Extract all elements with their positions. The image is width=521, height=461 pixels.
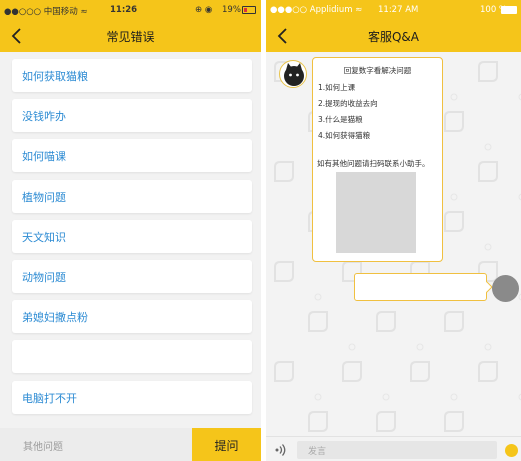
carrier-label: ●●○○○ 中国移动 ≈ bbox=[4, 7, 88, 17]
emoji-icon[interactable] bbox=[505, 444, 518, 457]
pattern-logo-icon bbox=[478, 361, 498, 382]
faq-option: 3.什么是猫粮 bbox=[318, 115, 363, 124]
pattern-logo-icon bbox=[274, 161, 294, 182]
question-input[interactable]: 其他问题 bbox=[0, 428, 192, 461]
pattern-dot bbox=[484, 343, 492, 351]
faq-item[interactable]: 动物问题 bbox=[12, 260, 252, 293]
pattern-logo-icon bbox=[376, 311, 396, 332]
pattern-logo-icon bbox=[308, 311, 328, 332]
faq-item[interactable]: 天文知识 bbox=[12, 220, 252, 253]
pattern-logo-icon bbox=[342, 361, 362, 382]
pattern-logo-icon bbox=[444, 211, 464, 232]
pattern-logo-icon bbox=[444, 411, 464, 432]
pattern-logo-icon bbox=[274, 261, 294, 282]
faq-option: 2.提现的收益去向 bbox=[318, 99, 378, 108]
page-title: 客服Q&A bbox=[367, 30, 419, 44]
pattern-dot bbox=[484, 143, 492, 151]
faq-item[interactable]: 弟媳妇撒点粉 bbox=[12, 300, 252, 333]
pattern-logo-icon bbox=[410, 361, 430, 382]
voice-icon[interactable] bbox=[274, 443, 288, 457]
carrier-label: ●●●○○ Applidium ≈ bbox=[270, 5, 363, 15]
faq-option: 4.如何获得猫粮 bbox=[318, 131, 371, 140]
pattern-dot bbox=[484, 243, 492, 251]
pattern-dot bbox=[382, 393, 390, 401]
chat-input-bar: 发言 bbox=[266, 436, 521, 461]
ask-button[interactable]: 提问 bbox=[192, 428, 261, 461]
contact-note: 如有其他问题请扫码联系小助手。 bbox=[317, 159, 430, 168]
pattern-logo-icon bbox=[274, 361, 294, 382]
battery-icon bbox=[501, 6, 517, 14]
user-message-bubble bbox=[354, 273, 493, 301]
pattern-logo-icon bbox=[444, 311, 464, 332]
pattern-dot bbox=[314, 293, 322, 301]
faq-item[interactable]: 电脑打不开 bbox=[12, 381, 252, 414]
clock: 11:27 AM bbox=[378, 5, 419, 15]
pattern-logo-icon bbox=[478, 61, 498, 82]
message-input[interactable]: 发言 bbox=[297, 441, 497, 459]
pattern-logo-icon bbox=[308, 411, 328, 432]
faq-item[interactable]: 如何喵课 bbox=[12, 139, 252, 172]
faq-item[interactable]: 如何获取猫粮 bbox=[12, 59, 252, 92]
nav-bar: 客服Q&A bbox=[266, 20, 521, 52]
bot-message-bubble: 回复数字看解决问题 1.如何上课 2.提现的收益去向 3.什么是猫粮 4.如何获… bbox=[312, 57, 443, 262]
battery-icon bbox=[242, 6, 256, 14]
battery-percent: 19% bbox=[222, 5, 241, 15]
faq-item[interactable]: 植物问题 bbox=[12, 180, 252, 213]
faq-item[interactable] bbox=[12, 340, 252, 373]
status-icons: ⊕ ◉ bbox=[195, 5, 213, 15]
pattern-logo-icon bbox=[478, 161, 498, 182]
user-avatar bbox=[492, 275, 519, 302]
bot-avatar bbox=[279, 60, 307, 88]
pattern-dot bbox=[450, 193, 458, 201]
faq-screen: ●●○○○ 中国移动 ≈ 11:26 ⊕ ◉ 19% 常见错误 如何获取猫粮 没钱… bbox=[0, 0, 261, 461]
pattern-dot bbox=[416, 343, 424, 351]
pattern-logo-icon bbox=[376, 411, 396, 432]
page-title: 常见错误 bbox=[106, 30, 155, 44]
status-bar: ●●●○○ Applidium ≈ 11:27 AM 100 % bbox=[266, 0, 521, 20]
bot-message-header: 回复数字看解决问题 bbox=[343, 66, 412, 75]
chat-screen: ●●●○○ Applidium ≈ 11:27 AM 100 % 客服Q&A 回… bbox=[266, 0, 521, 461]
faq-option: 1.如何上课 bbox=[318, 83, 356, 92]
status-bar: ●●○○○ 中国移动 ≈ 11:26 ⊕ ◉ 19% bbox=[0, 0, 261, 20]
pattern-logo-icon bbox=[444, 111, 464, 132]
clock: 11:26 bbox=[110, 5, 138, 15]
pattern-dot bbox=[450, 393, 458, 401]
qr-code-placeholder bbox=[336, 172, 416, 253]
question-bar: 其他问题 提问 bbox=[0, 428, 261, 461]
pattern-dot bbox=[314, 393, 322, 401]
pattern-dot bbox=[348, 343, 356, 351]
pattern-dot bbox=[450, 93, 458, 101]
nav-bar: 常见错误 bbox=[0, 20, 261, 52]
faq-item[interactable]: 没钱咋办 bbox=[12, 99, 252, 132]
